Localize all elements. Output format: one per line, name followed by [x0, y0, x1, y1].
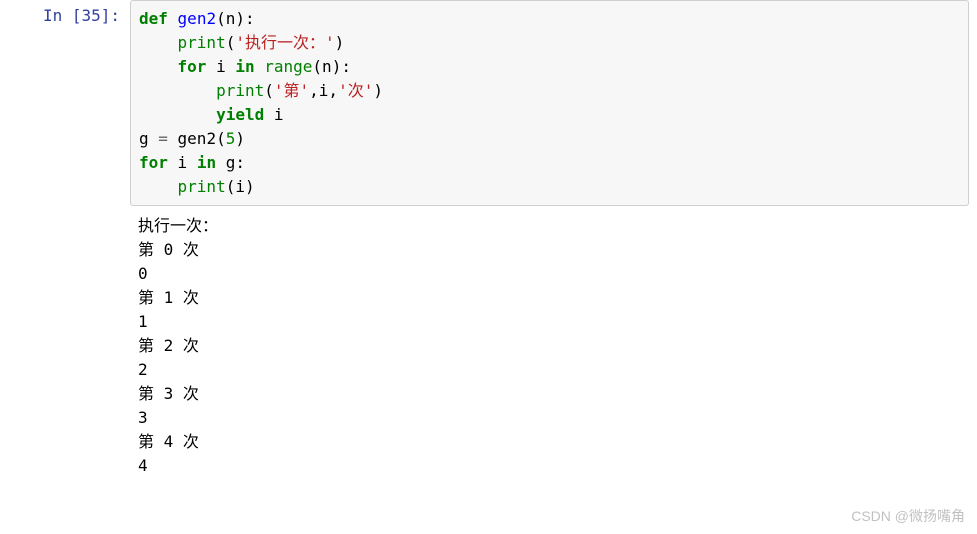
- code-token: print: [216, 81, 264, 100]
- notebook-cell: In [35]: def gen2(n): print('执行一次：') for…: [0, 0, 977, 206]
- code-token: gen2: [178, 9, 217, 28]
- code-token: in: [197, 153, 216, 172]
- code-input-area[interactable]: def gen2(n): print('执行一次：') for i in ran…: [130, 0, 969, 206]
- code-token: gen2(: [168, 129, 226, 148]
- code-token: i: [206, 57, 235, 76]
- code-token: g:: [216, 153, 245, 172]
- code-token: def: [139, 9, 168, 28]
- output-area: 执行一次： 第 0 次 0 第 1 次 1 第 2 次 2 第 3 次 3 第 …: [130, 206, 977, 486]
- code-token: ): [235, 129, 245, 148]
- code-token: yield: [216, 105, 264, 124]
- code-token: for: [139, 153, 168, 172]
- code-token: (: [264, 81, 274, 100]
- code-token: '次': [338, 81, 373, 100]
- code-token: i: [168, 153, 197, 172]
- code-token: '执行一次：': [235, 33, 334, 52]
- code-token: (n):: [216, 9, 255, 28]
- code-token: [139, 33, 178, 52]
- code-token: g: [139, 129, 158, 148]
- code-token: [139, 81, 216, 100]
- code-token: (n):: [312, 57, 351, 76]
- code-token: ,i,: [309, 81, 338, 100]
- code-token: [139, 177, 178, 196]
- code-token: 5: [226, 129, 236, 148]
- code-token: =: [158, 129, 168, 148]
- code-token: [139, 105, 216, 124]
- code-token: for: [178, 57, 207, 76]
- code-token: [255, 57, 265, 76]
- code-token: range: [264, 57, 312, 76]
- code-token: print: [178, 177, 226, 196]
- code-token: print: [178, 33, 226, 52]
- code-token: (i): [226, 177, 255, 196]
- watermark: CSDN @微扬嘴角: [851, 506, 965, 526]
- code-token: ): [335, 33, 345, 52]
- code-token: i: [264, 105, 283, 124]
- code-token: (: [226, 33, 236, 52]
- code-token: '第': [274, 81, 309, 100]
- input-prompt: In [35]:: [0, 0, 130, 25]
- code-token: [139, 57, 178, 76]
- code-token: ): [373, 81, 383, 100]
- code-token: [168, 9, 178, 28]
- code-token: in: [235, 57, 254, 76]
